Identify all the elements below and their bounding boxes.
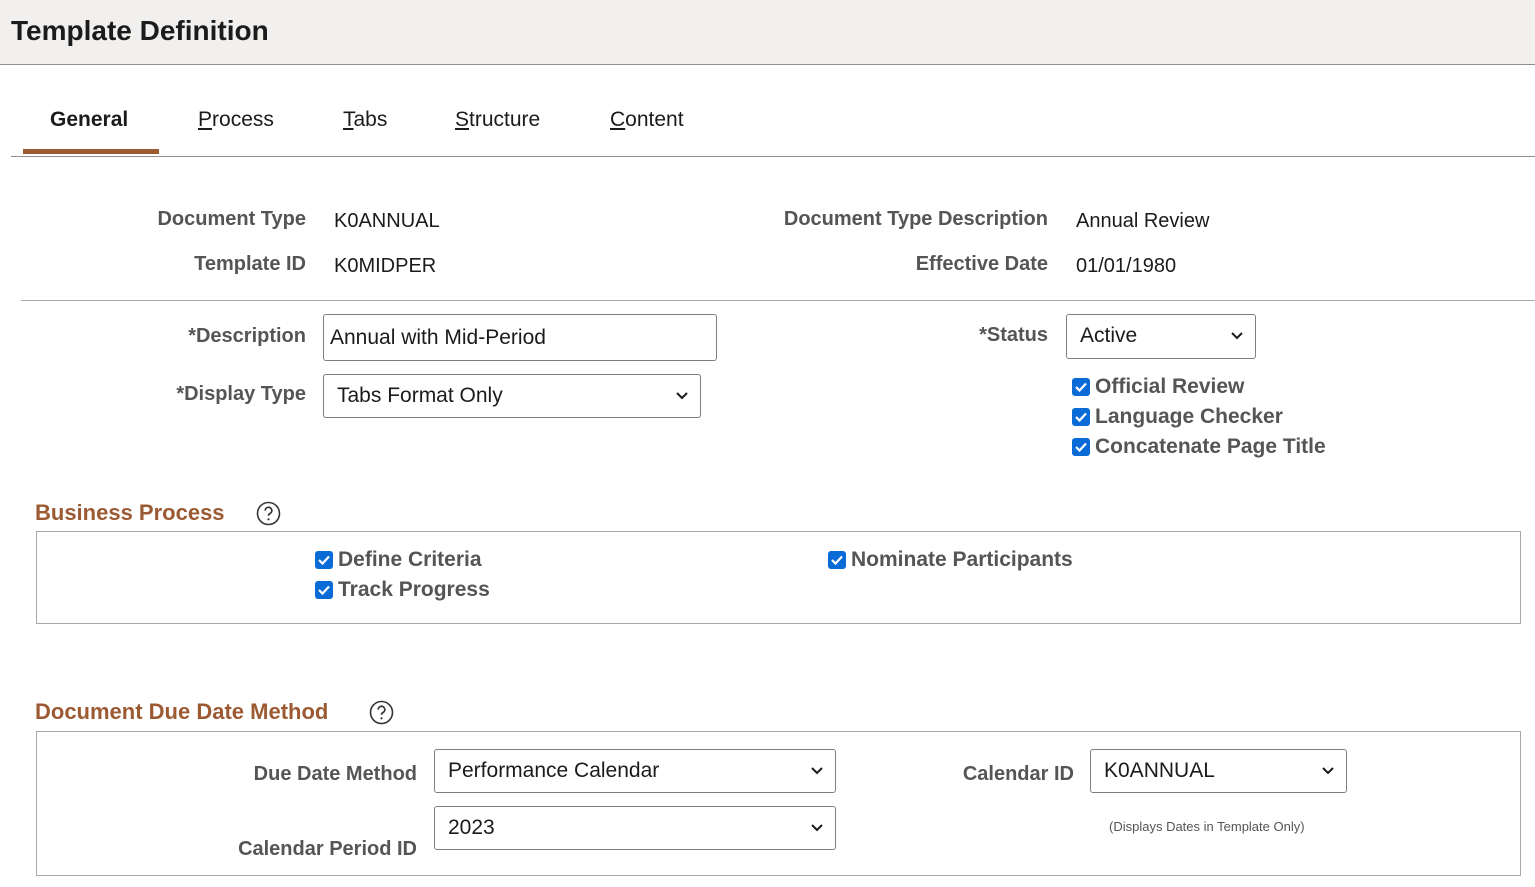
language-checker-checkbox-row: Language Checker xyxy=(1072,405,1283,429)
nominate-participants-checkbox[interactable] xyxy=(828,551,846,569)
track-progress-checkbox[interactable] xyxy=(315,581,333,599)
template-id-value: K0MIDPER xyxy=(334,255,437,277)
tab-tabs-accel: T xyxy=(343,108,354,131)
concatenate-page-title-label: Concatenate Page Title xyxy=(1095,435,1326,458)
document-type-label: Document Type xyxy=(157,208,306,230)
track-progress-label: Track Progress xyxy=(338,578,490,601)
effective-date-value: 01/01/1980 xyxy=(1076,255,1177,277)
check-icon xyxy=(1075,412,1087,423)
tab-process[interactable]: Process xyxy=(198,108,274,132)
calendar-period-id-label: Calendar Period ID xyxy=(238,838,417,860)
effective-date-label: Effective Date xyxy=(915,253,1048,275)
due-date-method-select[interactable]: Performance Calendar xyxy=(434,749,836,793)
status-selected: Active xyxy=(1080,324,1138,347)
define-criteria-checkbox[interactable] xyxy=(315,551,333,569)
chevron-down-icon xyxy=(811,824,823,832)
chevron-down-icon xyxy=(676,392,688,400)
nominate-participants-checkbox-row: Nominate Participants xyxy=(828,548,1073,572)
calendar-id-select[interactable]: K0ANNUAL xyxy=(1090,749,1347,793)
question-circle-icon[interactable] xyxy=(256,501,281,526)
due-date-method-selected: Performance Calendar xyxy=(448,759,660,782)
template-id-label: Template ID xyxy=(194,253,306,275)
display-type-select[interactable]: Tabs Format Only xyxy=(323,374,701,418)
official-review-label: Official Review xyxy=(1095,375,1245,398)
status-select[interactable]: Active xyxy=(1066,314,1256,359)
define-criteria-label: Define Criteria xyxy=(338,548,482,571)
tab-general[interactable]: General xyxy=(50,108,128,132)
nominate-participants-label: Nominate Participants xyxy=(851,548,1073,571)
business-process-box xyxy=(36,531,1521,624)
official-review-checkbox-row: Official Review xyxy=(1072,375,1244,399)
tab-bar: General Process Tabs Structure Content xyxy=(11,96,1535,157)
tab-process-accel: P xyxy=(198,108,213,131)
due-date-method-label: Due Date Method xyxy=(253,763,417,785)
concatenate-page-title-checkbox[interactable] xyxy=(1072,438,1090,456)
concatenate-page-title-checkbox-row: Concatenate Page Title xyxy=(1072,435,1326,459)
active-tab-indicator xyxy=(23,149,159,154)
track-progress-checkbox-row: Track Progress xyxy=(315,578,490,602)
language-checker-checkbox[interactable] xyxy=(1072,408,1090,426)
calendar-period-id-select[interactable]: 2023 xyxy=(434,806,836,850)
chevron-down-icon xyxy=(1322,767,1334,775)
check-icon xyxy=(318,555,330,566)
calendar-id-selected: K0ANNUAL xyxy=(1104,759,1215,782)
header-separator xyxy=(21,300,1535,301)
check-icon xyxy=(1075,382,1087,393)
chevron-down-icon xyxy=(811,767,823,775)
tab-tabs[interactable]: Tabs xyxy=(343,108,387,132)
tab-structure[interactable]: Structure xyxy=(455,108,540,132)
description-label: *Description xyxy=(188,325,306,347)
due-date-method-title: Document Due Date Method xyxy=(35,699,329,724)
check-icon xyxy=(831,555,843,566)
define-criteria-checkbox-row: Define Criteria xyxy=(315,548,482,572)
tab-content-label: ontent xyxy=(625,108,684,131)
tab-general-label: General xyxy=(50,108,129,131)
display-type-label: *Display Type xyxy=(176,383,306,405)
check-icon xyxy=(318,585,330,596)
chevron-down-icon xyxy=(1231,332,1243,340)
tab-content-accel: C xyxy=(610,108,626,131)
tab-process-label: rocess xyxy=(212,108,274,131)
official-review-checkbox[interactable] xyxy=(1072,378,1090,396)
calendar-id-label: Calendar ID xyxy=(962,763,1074,785)
document-type-description-label: Document Type Description xyxy=(783,208,1048,230)
document-type-value: K0ANNUAL xyxy=(334,210,440,232)
language-checker-label: Language Checker xyxy=(1095,405,1283,428)
page-title: Template Definition xyxy=(11,15,269,46)
tab-content[interactable]: Content xyxy=(610,108,684,132)
document-type-description-value: Annual Review xyxy=(1076,210,1210,232)
page-header: Template Definition xyxy=(0,0,1535,65)
business-process-title: Business Process xyxy=(35,500,225,525)
tab-tabs-label: abs xyxy=(353,108,388,131)
display-type-selected: Tabs Format Only xyxy=(337,384,503,407)
check-icon xyxy=(1075,442,1087,453)
status-label: *Status xyxy=(979,324,1048,346)
calendar-period-id-selected: 2023 xyxy=(448,816,495,839)
description-input[interactable] xyxy=(323,314,717,361)
calendar-note: (Displays Dates in Template Only) xyxy=(1109,819,1305,834)
question-circle-icon[interactable] xyxy=(369,700,394,725)
tab-structure-accel: S xyxy=(455,108,470,131)
tab-structure-label: tructure xyxy=(469,108,541,131)
